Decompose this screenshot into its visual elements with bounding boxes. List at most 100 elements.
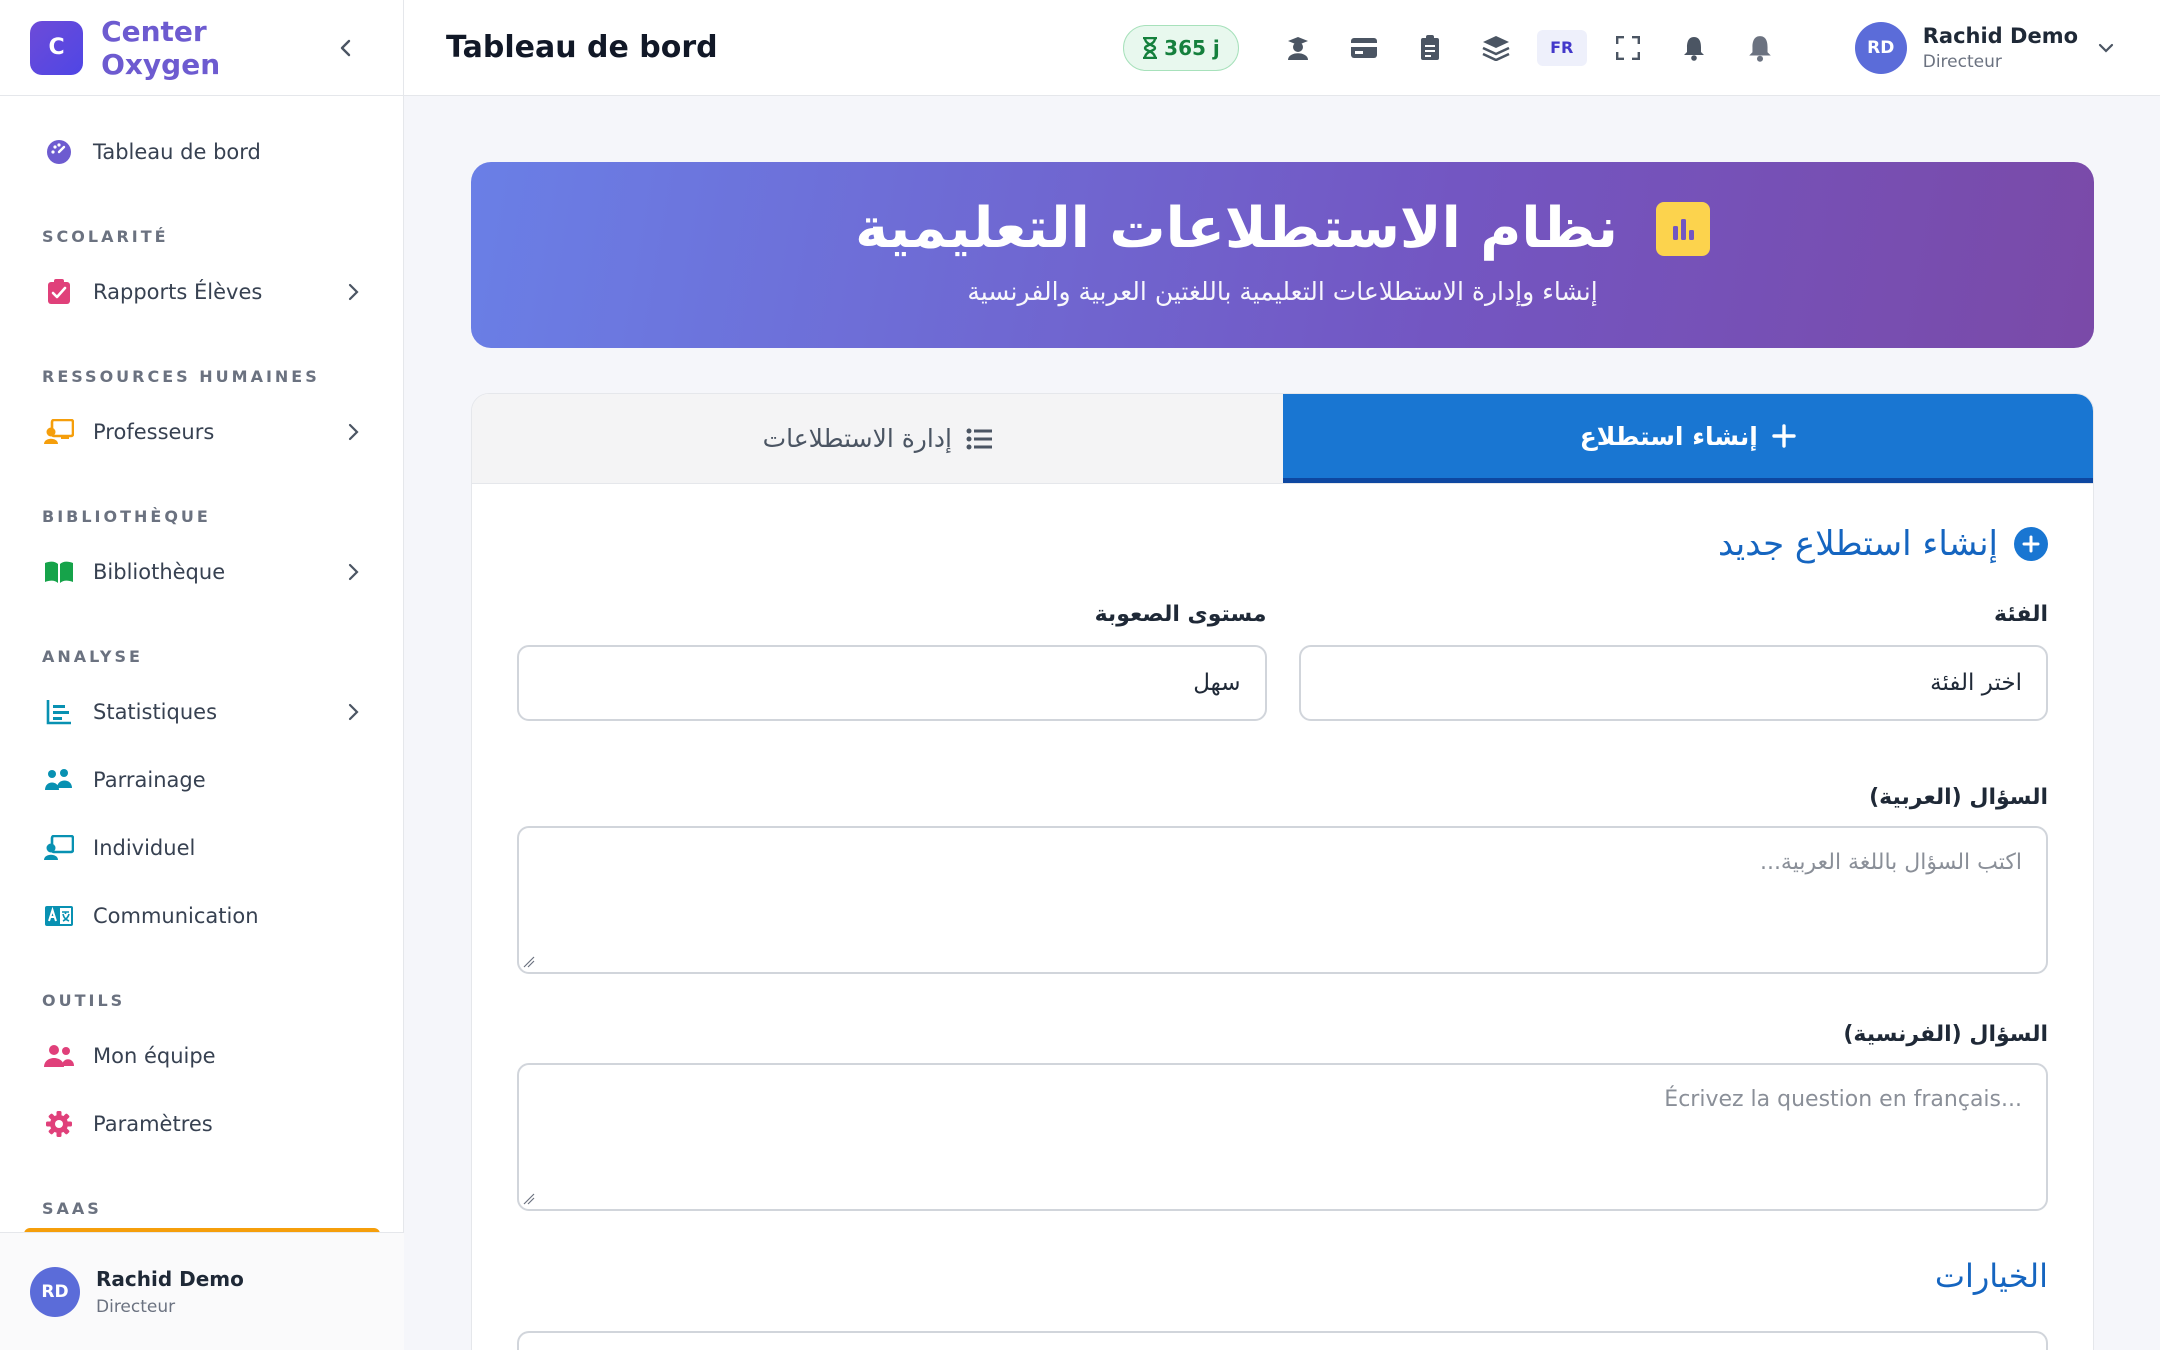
bell-icon xyxy=(1683,36,1704,61)
chevron-right-icon xyxy=(343,422,363,442)
sidebar-item-professeurs[interactable]: Professeurs xyxy=(0,398,403,466)
language-switch-button[interactable]: FR xyxy=(1536,29,1587,66)
sidebar-item-equipe[interactable]: Mon équipe xyxy=(0,1022,403,1090)
section-header-analyse: ANALYSE xyxy=(42,647,143,666)
hourglass-icon xyxy=(1143,36,1158,59)
section-header-scolarite: SCOLARITÉ xyxy=(42,227,169,246)
question-ar-field: السؤال (العربية) اكتب السؤال باللغة العر… xyxy=(517,785,2048,974)
category-label: الفئة xyxy=(1994,602,2048,627)
survey-panel: إدارة الاستطلاعات إنشاء استطلاع إنشاء اس… xyxy=(471,393,2094,1350)
sidebar-item-bibliotheque[interactable]: Bibliothèque xyxy=(0,538,403,606)
hero-subtitle: إنشاء وإدارة الاستطلاعات التعليمية باللغ… xyxy=(967,277,1598,306)
top-header: Tableau de bord 365 j FR RD Rachid Demo … xyxy=(404,0,2160,96)
sidebar-item-label: Statistiques xyxy=(93,700,218,724)
options-section-title: الخيارات xyxy=(1934,1257,2048,1295)
brand: C Center Oxygen xyxy=(0,0,403,96)
teacher-board-icon xyxy=(44,417,74,447)
teacher-board-icon xyxy=(44,833,74,863)
days-remaining: 365 j xyxy=(1164,35,1220,60)
avatar: RD xyxy=(30,1266,80,1317)
fullscreen-button[interactable] xyxy=(1595,25,1661,71)
hero-banner: نظام الاستطلاعات التعليمية إنشاء وإدارة … xyxy=(471,162,2094,348)
clipboard-check-icon xyxy=(44,277,74,307)
sidebar-item-label: Rapports Élèves xyxy=(93,280,263,304)
question-ar-label: السؤال (العربية) xyxy=(1869,785,2048,810)
difficulty-field: مستوى الصعوبة سهل xyxy=(517,602,1267,721)
tab-label: إنشاء استطلاع xyxy=(1579,421,1758,451)
clipboard-list-icon xyxy=(1420,34,1439,60)
category-field: الفئة اختر الفئة xyxy=(1298,602,2048,721)
sidebar-item-communication[interactable]: Communication xyxy=(0,882,403,950)
tasks-button[interactable] xyxy=(1397,25,1463,71)
user-menu[interactable]: RD Rachid Demo Directeur xyxy=(1854,21,2114,74)
chevron-right-icon xyxy=(343,702,363,722)
layers-button[interactable] xyxy=(1463,25,1529,71)
question-ar-placeholder: اكتب السؤال باللغة العربية... xyxy=(1759,850,2022,875)
subscription-days-badge[interactable]: 365 j xyxy=(1123,24,1239,71)
sidebar-item-rapports[interactable]: Rapports Élèves xyxy=(0,258,403,326)
users-group-icon xyxy=(44,765,74,795)
sidebar-item-label: Bibliothèque xyxy=(93,560,226,584)
resize-grip-icon xyxy=(523,1193,535,1205)
tab-create-survey[interactable]: إنشاء استطلاع xyxy=(1282,394,2093,483)
question-fr-label: السؤال (الفرنسية) xyxy=(1843,1022,2048,1047)
hero-title: نظام الاستطلاعات التعليمية xyxy=(855,196,1618,261)
sidebar-item-parametres[interactable]: Paramètres xyxy=(0,1090,403,1158)
section-header-bibliotheque: BIBLIOTHÈQUE xyxy=(42,507,211,526)
section-header-rh: RESSOURCES HUMAINES xyxy=(42,367,320,386)
brand-logo: C xyxy=(30,20,84,75)
collapse-sidebar-button[interactable] xyxy=(332,33,361,63)
difficulty-label: مستوى الصعوبة xyxy=(1094,602,1267,627)
brand-name: Center Oxygen xyxy=(101,14,221,81)
sidebar-item-dashboard[interactable]: Tableau de bord xyxy=(0,118,403,186)
chevron-left-icon xyxy=(341,39,351,56)
list-icon xyxy=(966,428,992,449)
create-survey-form: إنشاء استطلاع جديد الفئة اختر الفئة مستو… xyxy=(517,524,2048,1350)
sidebar-item-label: Mon équipe xyxy=(93,1044,216,1068)
category-select[interactable]: اختر الفئة xyxy=(1298,645,2048,721)
tab-bar: إدارة الاستطلاعات إنشاء استطلاع xyxy=(472,394,2093,484)
layers-icon xyxy=(1482,35,1510,61)
user-role: Directeur xyxy=(96,1296,176,1317)
resize-grip-icon xyxy=(523,956,535,968)
sidebar-user-card[interactable]: RD Rachid Demo Directeur xyxy=(0,1232,404,1350)
graduation-button[interactable] xyxy=(1265,25,1331,71)
credit-card-icon xyxy=(1350,37,1377,58)
sidebar-item-individuel[interactable]: Individuel xyxy=(0,814,403,882)
sidebar: C Center Oxygen Tableau de bord SCOLARIT… xyxy=(0,0,404,1350)
options-container xyxy=(517,1331,2048,1350)
sidebar-item-label: Professeurs xyxy=(93,420,215,444)
sidebar-item-label: Parrainage xyxy=(93,768,206,792)
gauge-icon xyxy=(44,137,74,167)
gear-icon xyxy=(44,1109,74,1139)
expand-icon xyxy=(1615,35,1640,60)
sidebar-item-label: Individuel xyxy=(93,836,196,860)
plus-circle-icon xyxy=(2014,527,2048,561)
team-icon xyxy=(44,1041,74,1071)
plus-icon xyxy=(1772,424,1796,448)
question-fr-placeholder: ...Écrivez la question en français xyxy=(1664,1087,2022,1112)
question-ar-textarea[interactable]: اكتب السؤال باللغة العربية... xyxy=(517,826,2048,974)
chart-bar-icon xyxy=(1655,201,1710,256)
sidebar-item-label: Tableau de bord xyxy=(93,140,261,164)
question-fr-textarea[interactable]: ...Écrivez la question en français xyxy=(517,1063,2048,1211)
tab-manage-surveys[interactable]: إدارة الاستطلاعات xyxy=(472,394,1283,483)
sidebar-item-statistiques[interactable]: Statistiques xyxy=(0,678,403,746)
chevron-right-icon xyxy=(343,562,363,582)
alerts-button[interactable] xyxy=(1727,25,1793,71)
question-fr-field: السؤال (الفرنسية) ...Écrivez la question… xyxy=(517,1022,2048,1211)
chevron-down-icon xyxy=(2098,43,2114,53)
notifications-button[interactable] xyxy=(1661,25,1727,71)
section-header-saas: SAAS xyxy=(42,1199,102,1218)
user-role: Directeur xyxy=(1922,51,2002,72)
sidebar-item-parrainage[interactable]: Parrainage xyxy=(0,746,403,814)
user-name: Rachid Demo xyxy=(96,1266,244,1291)
sidebar-item-label: Paramètres xyxy=(93,1112,213,1136)
avatar: RD xyxy=(1854,21,1907,74)
user-name: Rachid Demo xyxy=(1922,23,2078,48)
form-title: إنشاء استطلاع جديد xyxy=(1717,524,1998,564)
payments-button[interactable] xyxy=(1331,25,1397,71)
difficulty-select[interactable]: سهل xyxy=(517,645,1267,721)
chevron-right-icon xyxy=(343,282,363,302)
user-graduate-icon xyxy=(1287,36,1308,60)
